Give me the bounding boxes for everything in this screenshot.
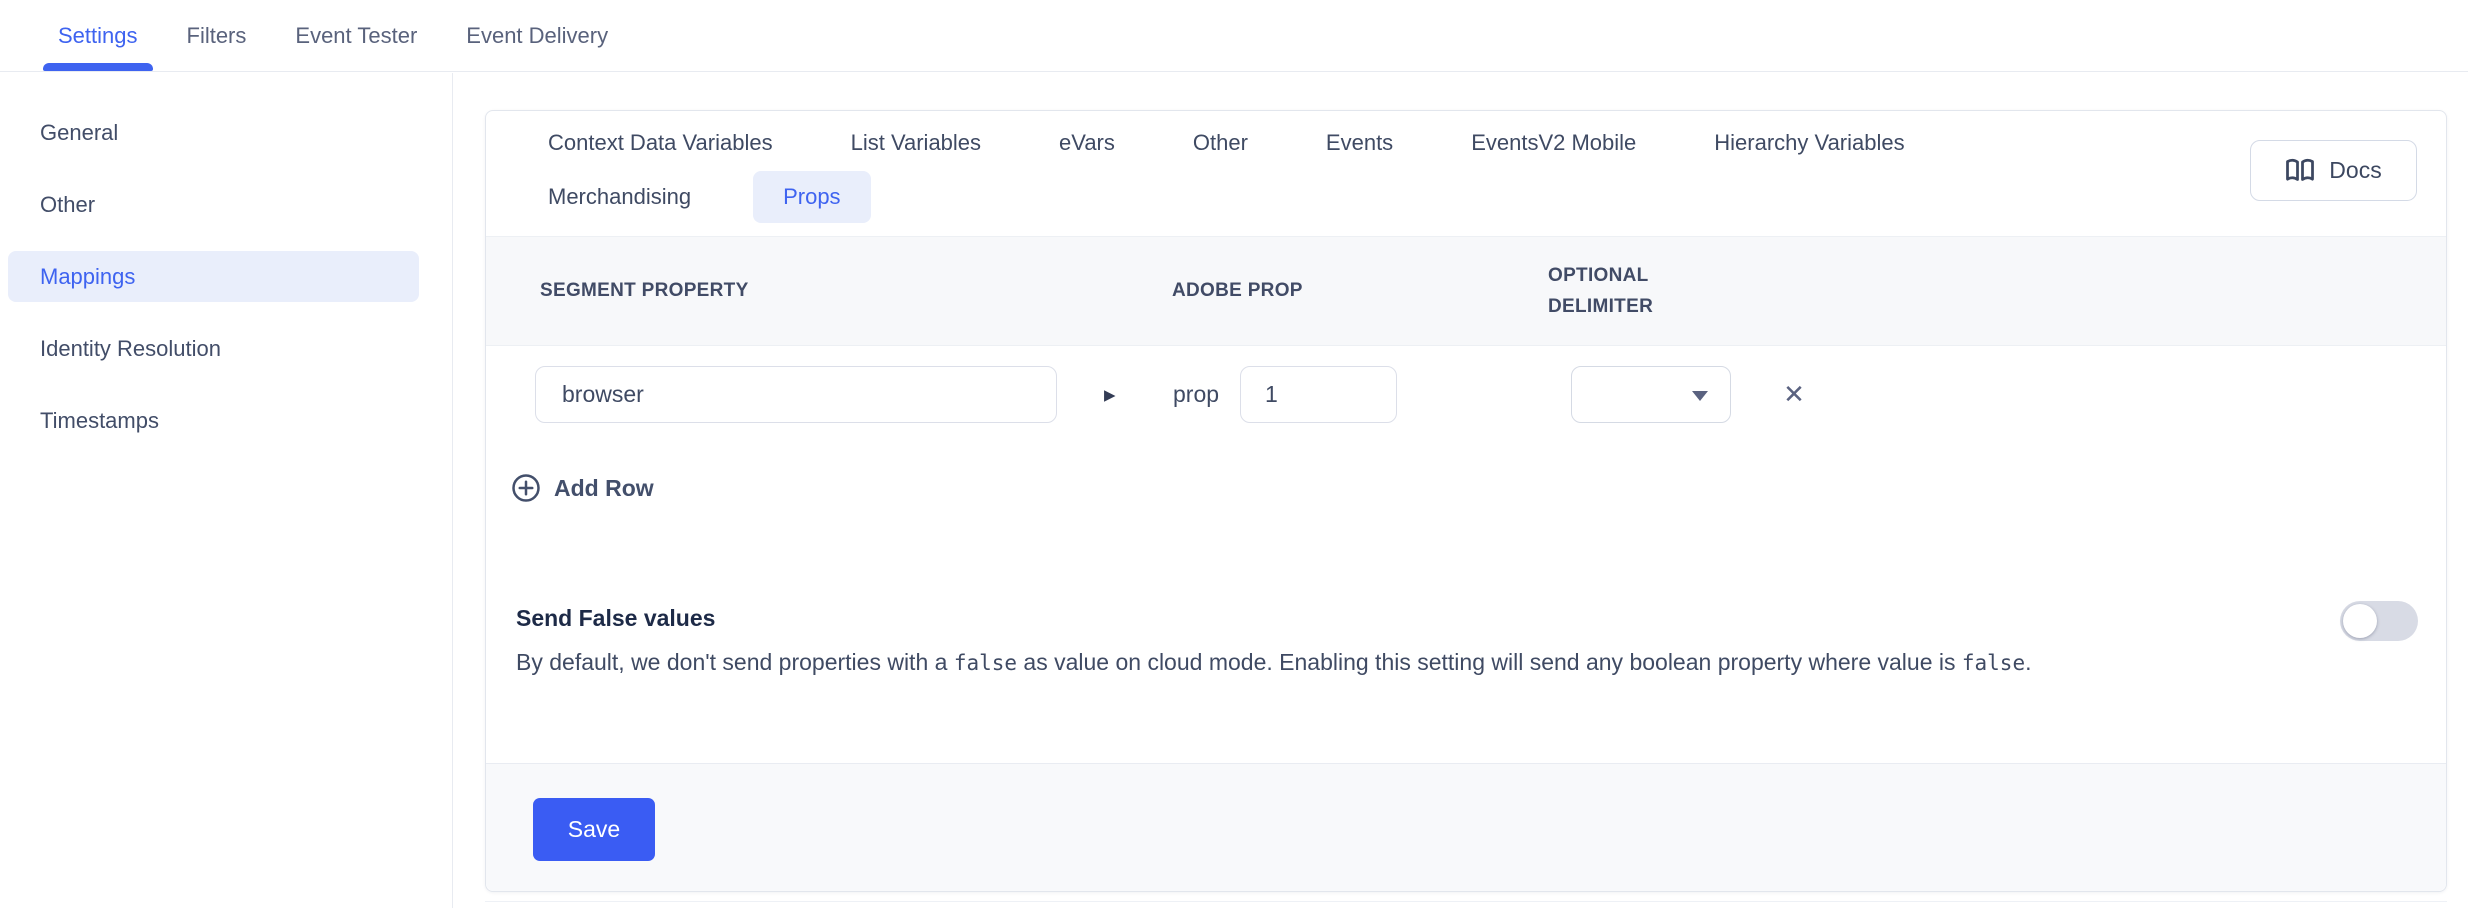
tab-events[interactable]: Events	[1310, 121, 1409, 165]
nav-tab-label: Event Tester	[295, 23, 417, 49]
tab-evars[interactable]: eVars	[1043, 121, 1131, 165]
row-arrow-icon[interactable]: ▸	[1104, 366, 1116, 423]
tab-props[interactable]: Props	[753, 171, 870, 223]
mapping-table-header: SEGMENT PROPERTY ADOBE PROP OPTIONAL DEL…	[486, 236, 2446, 346]
docs-button[interactable]: Docs	[2250, 140, 2417, 201]
tab-hierarchy-variables[interactable]: Hierarchy Variables	[1698, 121, 1920, 165]
sidebar-item-other[interactable]: Other	[0, 179, 452, 230]
remove-row-button[interactable]: ✕	[1774, 366, 1814, 423]
optional-delimiter-select[interactable]	[1571, 366, 1731, 423]
tab-merchandising[interactable]: Merchandising	[532, 175, 707, 219]
tab-other[interactable]: Other	[1177, 121, 1264, 165]
active-tab-underline	[43, 63, 153, 71]
sidebar-item-timestamps[interactable]: Timestamps	[0, 395, 452, 446]
send-false-description: By default, we don't send properties wit…	[516, 642, 2246, 683]
below-card-divider	[485, 901, 2447, 902]
sidebar-item-general[interactable]: General	[0, 107, 452, 158]
add-row-button[interactable]: Add Row	[511, 473, 654, 503]
save-button[interactable]: Save	[533, 798, 655, 861]
chevron-down-icon	[1692, 391, 1708, 401]
sidebar-item-identity-resolution[interactable]: Identity Resolution	[0, 323, 452, 374]
send-false-toggle[interactable]	[2340, 601, 2418, 641]
nav-tab-label: Event Delivery	[466, 23, 608, 49]
description-text: By default, we don't send properties wit…	[516, 649, 954, 675]
adobe-prop-prefix-label: prop	[1173, 366, 1219, 423]
column-header-segment-property: SEGMENT PROPERTY	[540, 280, 749, 302]
description-text: as value on cloud mode. Enabling this se…	[1017, 649, 1962, 675]
top-nav: Settings Filters Event Tester Event Deli…	[0, 0, 2468, 72]
send-false-section: Send False values By default, we don't s…	[516, 605, 2246, 683]
toggle-knob	[2343, 604, 2377, 638]
panel-footer: Save	[486, 763, 2446, 891]
tab-context-data-variables[interactable]: Context Data Variables	[532, 121, 789, 165]
sidebar-item-mappings[interactable]: Mappings	[8, 251, 419, 302]
nav-tab-label: Filters	[187, 23, 247, 49]
nav-tab-label: Settings	[58, 23, 138, 49]
mappings-panel: Context Data Variables List Variables eV…	[485, 110, 2447, 892]
code-false: false	[954, 651, 1017, 675]
open-book-icon	[2285, 156, 2315, 186]
docs-button-label: Docs	[2329, 157, 2381, 184]
code-false: false	[1962, 651, 2025, 675]
settings-sidebar: General Other Mappings Identity Resoluti…	[0, 73, 453, 908]
description-text: .	[2025, 649, 2031, 675]
adobe-prop-number-input[interactable]	[1240, 366, 1397, 423]
plus-circle-icon	[511, 473, 541, 503]
column-header-optional-delimiter: OPTIONAL DELIMITER	[1548, 260, 1723, 322]
send-false-title: Send False values	[516, 605, 2246, 632]
tab-eventsv2-mobile[interactable]: EventsV2 Mobile	[1455, 121, 1652, 165]
nav-tab-event-tester[interactable]: Event Tester	[295, 0, 417, 71]
nav-tab-settings[interactable]: Settings	[58, 0, 138, 71]
column-header-adobe-prop: ADOBE PROP	[1172, 280, 1303, 302]
add-row-label: Add Row	[554, 475, 654, 502]
segment-property-input[interactable]	[535, 366, 1057, 423]
nav-tab-event-delivery[interactable]: Event Delivery	[466, 0, 608, 71]
nav-tab-filters[interactable]: Filters	[187, 0, 247, 71]
tab-list-variables[interactable]: List Variables	[835, 121, 997, 165]
variable-type-tabs: Context Data Variables List Variables eV…	[532, 121, 2092, 223]
